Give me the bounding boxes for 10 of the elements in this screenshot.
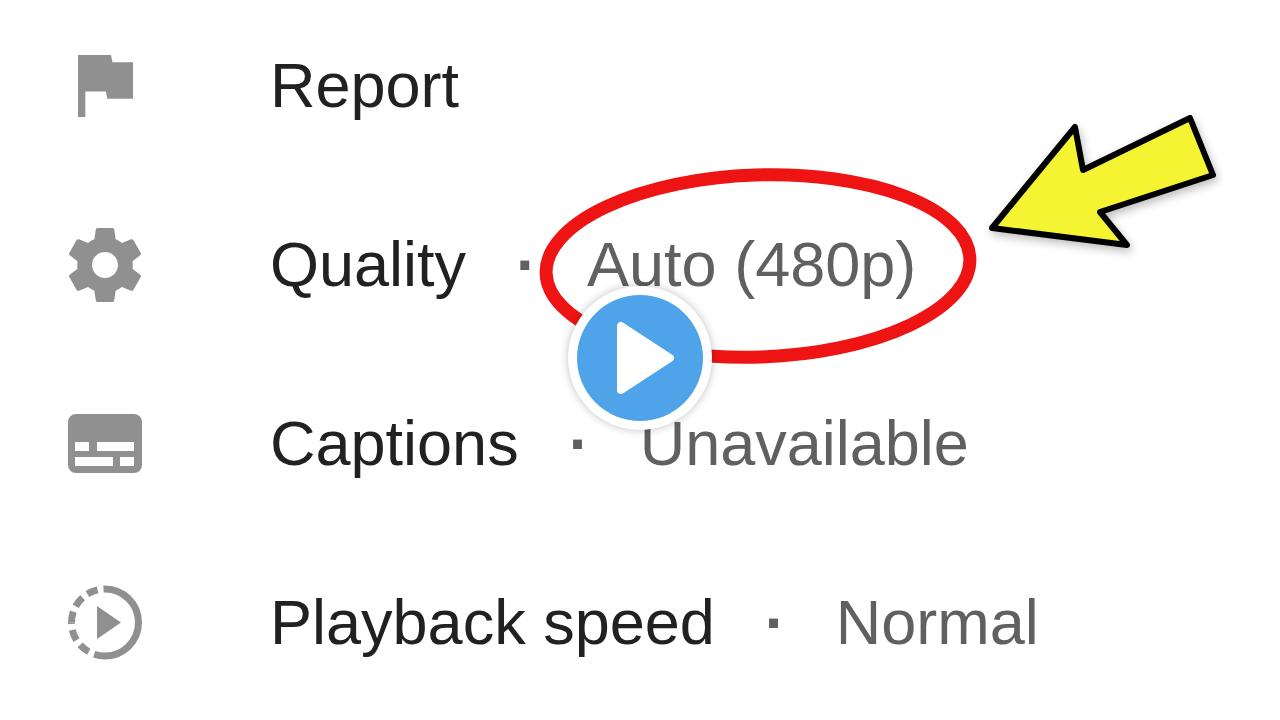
- play-icon: [577, 295, 703, 421]
- settings-icon: [69, 227, 141, 302]
- captions-icon: [68, 414, 142, 473]
- separator-dot: ·: [516, 233, 538, 296]
- setting-value: Unavailable: [639, 412, 969, 475]
- setting-value: Normal: [835, 591, 1039, 654]
- flag-icon: [77, 54, 133, 117]
- separator-dot: ·: [568, 412, 590, 475]
- separator-dot: ·: [764, 591, 786, 654]
- playback-speed-icon: [68, 585, 142, 660]
